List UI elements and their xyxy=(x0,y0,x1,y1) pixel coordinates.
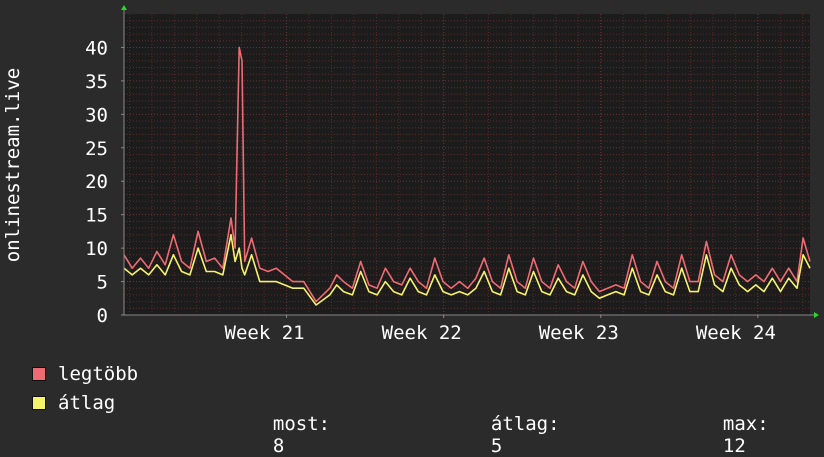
stat-max-label: max: xyxy=(722,413,769,435)
stat-now: most: 8 xyxy=(250,391,330,457)
x-tick-label: Week 24 xyxy=(696,322,776,344)
x-axis-arrow-icon xyxy=(814,312,819,318)
x-tick-label: Week 22 xyxy=(382,322,462,344)
x-tick-labels: Week 21 Week 22 Week 23 Week 24 xyxy=(225,322,776,344)
stat-max-value: 12 xyxy=(722,435,746,457)
legend-swatch-max xyxy=(32,367,46,381)
legend-item-max: legtöbb xyxy=(32,363,138,385)
stat-avg-value: 5 xyxy=(490,435,503,457)
stat-now-label: most: xyxy=(272,413,331,435)
legend-swatch-avg xyxy=(32,396,46,410)
x-tick-label: Week 23 xyxy=(539,322,619,344)
stat-max: max: 12 xyxy=(700,391,769,457)
x-tick-label: Week 21 xyxy=(225,322,305,344)
y-axis-arrow-icon xyxy=(121,5,127,10)
y-tick-label: 20 xyxy=(85,171,108,193)
y-tick-label: 0 xyxy=(97,305,108,327)
y-tick-label: 5 xyxy=(97,272,108,294)
stat-avg-label: átlag: xyxy=(490,413,560,435)
y-tick-label: 10 xyxy=(85,238,108,260)
legend-label-avg: átlag xyxy=(58,392,116,414)
y-tick-labels: 0 5 10 15 20 25 30 35 40 xyxy=(85,37,108,327)
y-tick-label: 35 xyxy=(85,71,108,93)
stat-avg: átlag: 5 xyxy=(468,391,560,457)
y-axis-label: onlinestream.live xyxy=(2,68,24,262)
y-tick-label: 15 xyxy=(85,205,108,227)
y-tick-label: 25 xyxy=(85,138,108,160)
y-tick-label: 30 xyxy=(85,104,108,126)
plot-background xyxy=(124,14,810,315)
y-tick-label: 40 xyxy=(85,37,108,59)
legend-label-max: legtöbb xyxy=(58,363,139,385)
stat-now-value: 8 xyxy=(272,435,285,457)
legend-item-avg: átlag xyxy=(32,392,115,414)
